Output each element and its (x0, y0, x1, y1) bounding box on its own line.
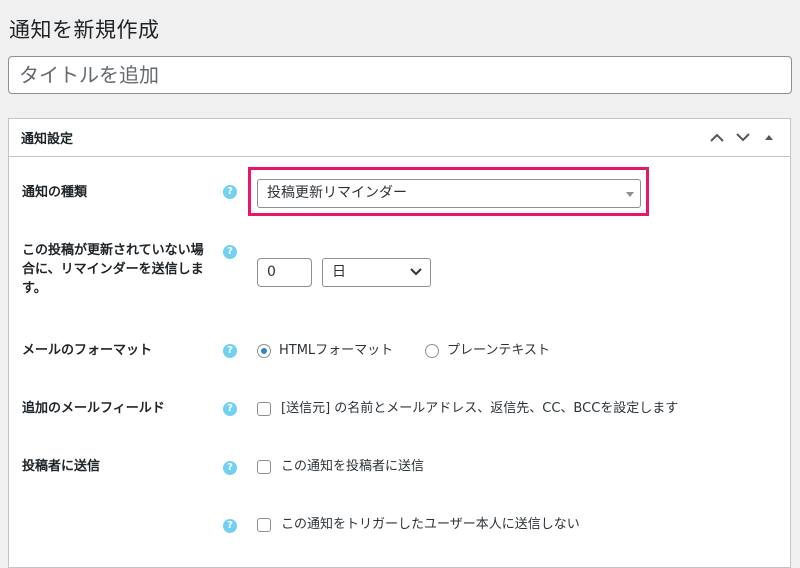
box-handle-actions (704, 119, 782, 156)
reminder-number-input[interactable]: 0 (257, 258, 312, 287)
help-icon[interactable]: ? (223, 461, 237, 475)
reminder-label-line: す。 (22, 281, 47, 296)
no-send-trigger-user-checkbox[interactable] (257, 518, 271, 532)
move-up-button[interactable] (704, 119, 730, 156)
plain-text-label: プレーンテキスト (447, 343, 550, 358)
mail-format-label: メールのフォーマット (22, 343, 153, 358)
settings-box-title: 通知設定 (21, 132, 74, 147)
html-format-radio[interactable] (257, 344, 271, 358)
chevron-down-icon (410, 268, 422, 276)
extra-fields-checkbox[interactable] (257, 402, 271, 416)
reminder-label-line: 合に、リマインダーを送信しま (22, 262, 204, 277)
settings-box-header: 通知設定 (9, 119, 790, 157)
select-caret-icon (626, 192, 634, 197)
reminder-label: この投稿が更新されていない場 合に、リマインダーを送信しま す。 (22, 241, 227, 298)
chevron-down-icon (736, 133, 750, 142)
chevron-up-icon (710, 133, 724, 142)
html-format-label: HTMLフォーマット (279, 343, 394, 358)
send-to-author-label: 投稿者に送信 (22, 459, 101, 474)
triangle-up-icon (765, 135, 773, 140)
notification-settings-box: 通知設定 通知の種類 ? 投稿更新リマインダー この投稿が更新されていない場 合… (8, 118, 791, 568)
page-title: 通知を新規作成 (9, 18, 160, 42)
notification-type-value: 投稿更新リマインダー (267, 185, 407, 201)
reminder-unit-select[interactable]: 日 (322, 258, 431, 287)
reminder-unit-value: 日 (332, 264, 346, 280)
send-to-author-checkbox[interactable] (257, 460, 271, 474)
toggle-panel-button[interactable] (756, 119, 782, 156)
help-icon[interactable]: ? (223, 402, 237, 416)
plain-text-radio[interactable] (425, 344, 439, 358)
help-icon[interactable]: ? (223, 245, 237, 259)
extra-fields-checkbox-label: [送信元] の名前とメールアドレス、返信先、CC、BCCを設定します (281, 401, 679, 416)
notification-type-select[interactable]: 投稿更新リマインダー (257, 179, 641, 208)
help-icon[interactable]: ? (223, 519, 237, 533)
extra-fields-label: 追加のメールフィールド (22, 401, 165, 416)
notification-type-label: 通知の種類 (22, 185, 88, 200)
reminder-label-line: この投稿が更新されていない場 (22, 243, 204, 258)
move-down-button[interactable] (730, 119, 756, 156)
help-icon[interactable]: ? (223, 185, 237, 199)
help-icon[interactable]: ? (223, 344, 237, 358)
title-input[interactable] (8, 56, 792, 94)
no-send-trigger-user-checkbox-label: この通知をトリガーしたユーザー本人に送信しない (281, 517, 580, 532)
send-to-author-checkbox-label: この通知を投稿者に送信 (281, 459, 425, 474)
